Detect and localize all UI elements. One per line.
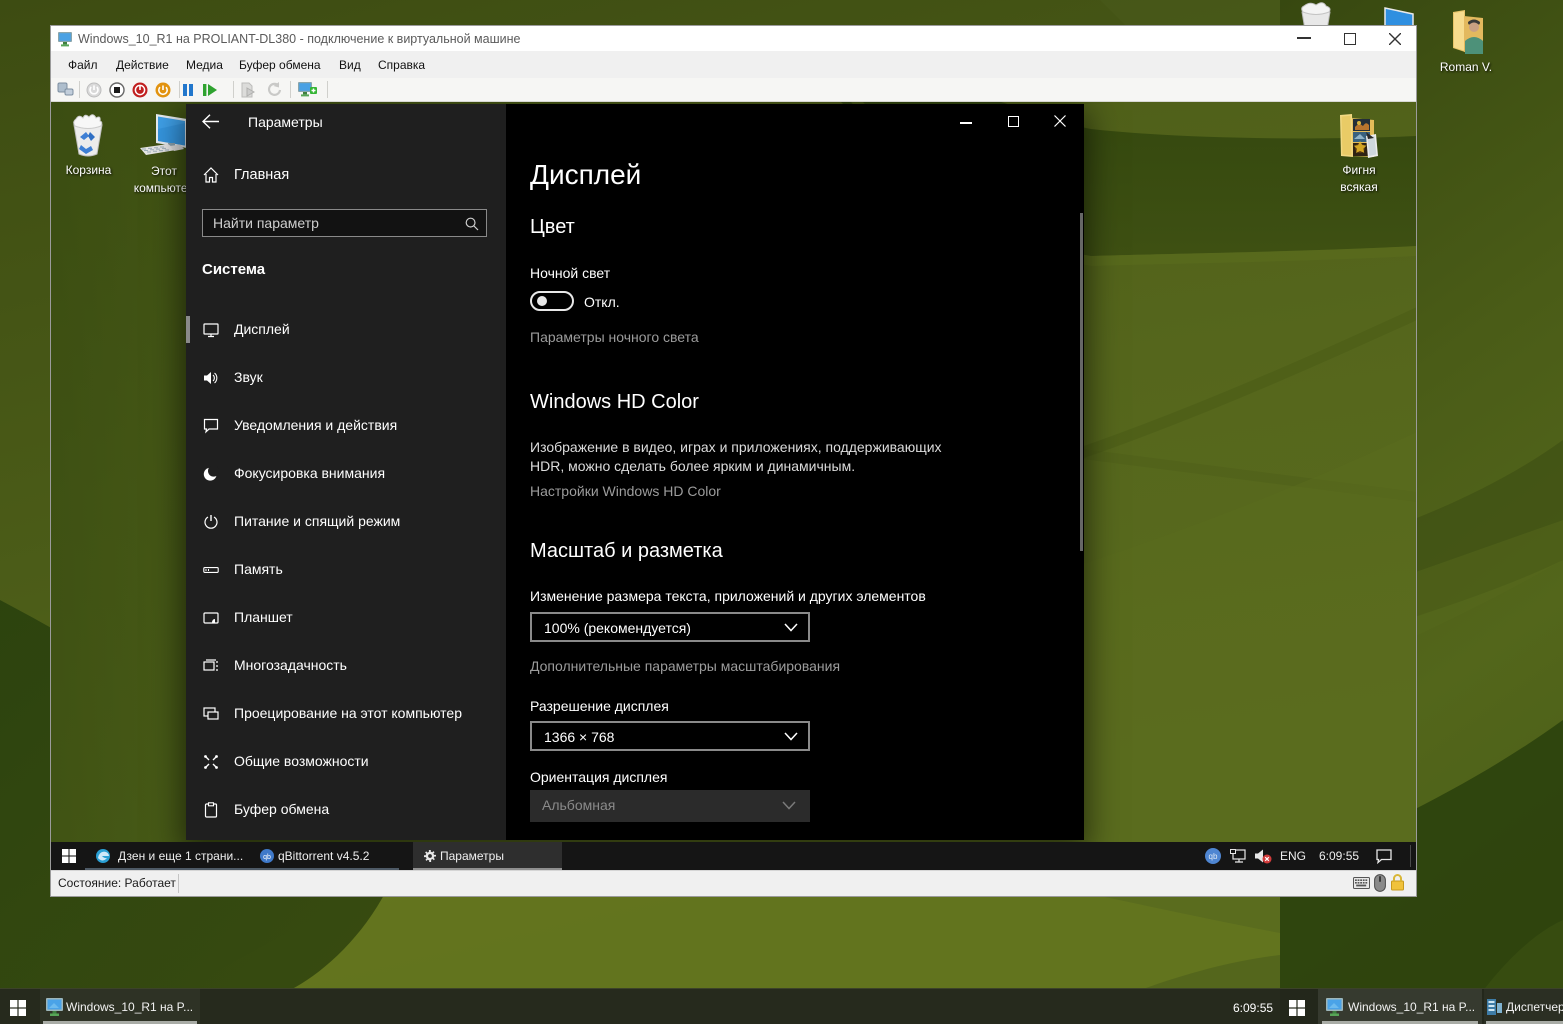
svg-text:qb: qb [263,854,271,861]
svg-text:qb: qb [1209,852,1218,861]
